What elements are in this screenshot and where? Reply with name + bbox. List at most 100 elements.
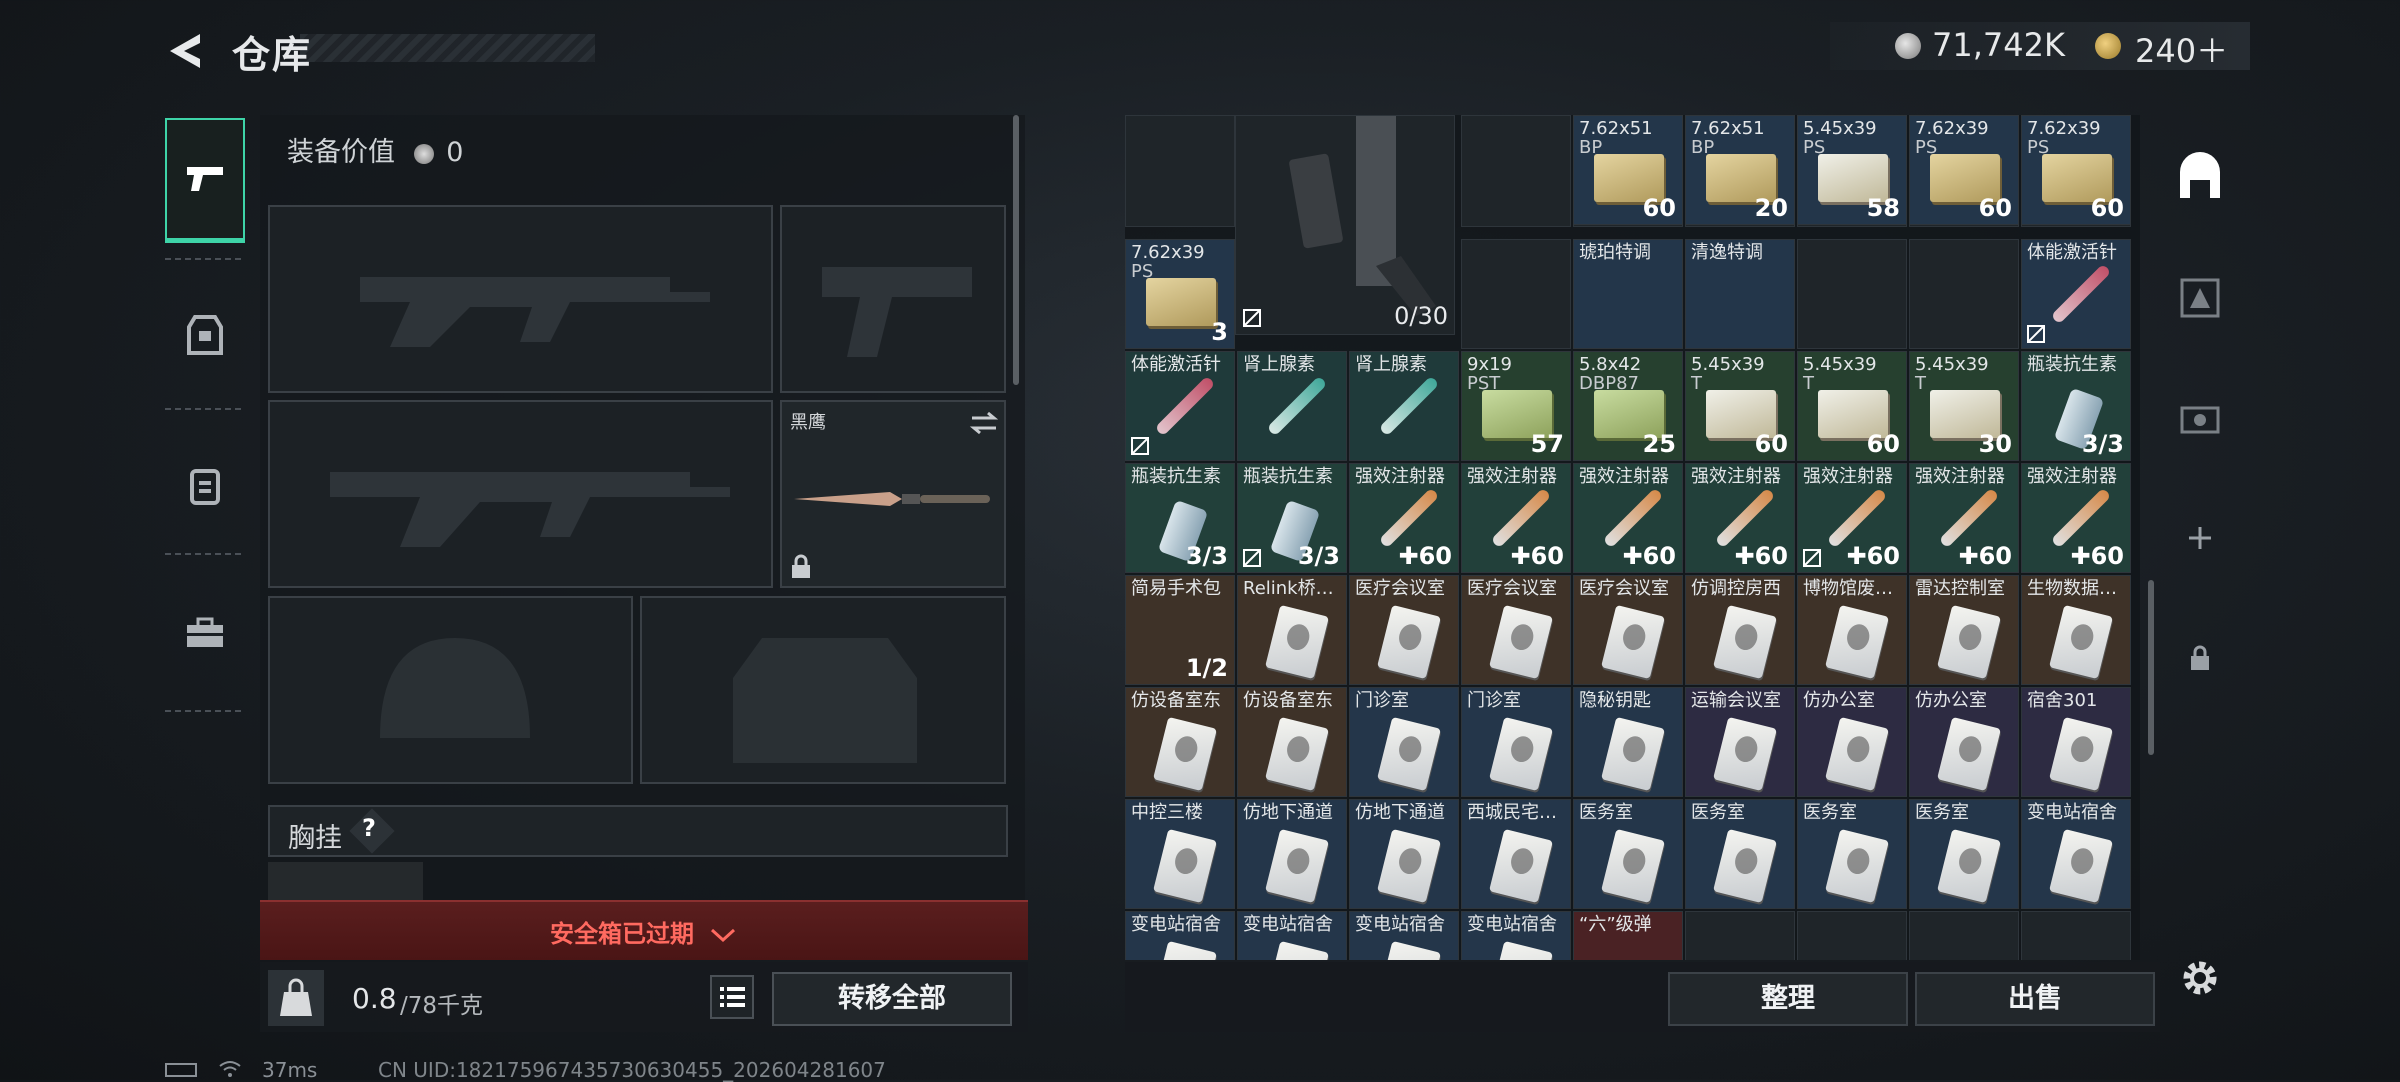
stash-item[interactable]: 7.62x51 BP 20 <box>1685 115 1795 225</box>
stash-tab[interactable] <box>2170 148 2230 208</box>
stash-item[interactable]: 强效注射器 ✚60 <box>2021 463 2131 573</box>
stash-item[interactable]: 简易手术包 1/2 <box>1125 575 1235 685</box>
item-name: 7.62x51 <box>1579 118 1653 139</box>
scrollbar[interactable] <box>1013 115 1019 385</box>
stash-item[interactable]: 7.62x39 PS 60 <box>2021 115 2131 225</box>
stash-item[interactable]: 仿地下通道 <box>1349 799 1459 909</box>
melee-slot[interactable]: 黑鹰 <box>780 400 1006 588</box>
stash-empty-cell[interactable] <box>1461 239 1571 349</box>
stash-empty-cell[interactable] <box>2021 911 2131 960</box>
body-armor-slot[interactable] <box>640 596 1006 784</box>
stash-empty-cell[interactable] <box>1685 911 1795 960</box>
pistol-slot[interactable] <box>780 205 1006 393</box>
secondary-weapon-slot[interactable] <box>268 400 773 588</box>
stash-item[interactable]: Relink桥… <box>1237 575 1347 685</box>
stash-item[interactable]: 5.45x39 PS 58 <box>1797 115 1907 225</box>
stash-item[interactable]: 琥珀特调 <box>1573 239 1683 349</box>
tab-toolbox[interactable] <box>165 570 245 695</box>
stash-item[interactable]: 瓶装抗生素 3/3 <box>1125 463 1235 573</box>
stash-item[interactable]: 强效注射器 ✚60 <box>1909 463 2019 573</box>
stash-item[interactable]: 瓶装抗生素 3/3 <box>1237 463 1347 573</box>
stash-item[interactable]: 医务室 <box>1573 799 1683 909</box>
transfer-all-button[interactable]: 转移全部 <box>772 972 1012 1026</box>
container-tab-1[interactable] <box>2170 268 2230 328</box>
stash-item[interactable]: 肾上腺素 <box>1349 351 1459 461</box>
stash-empty-cell[interactable] <box>1125 115 1235 227</box>
stash-item[interactable]: 变电站宿舍 <box>2021 799 2131 909</box>
stash-item[interactable]: 医务室 <box>1909 799 2019 909</box>
stash-item[interactable]: 变电站宿舍 <box>1349 911 1459 960</box>
stash-item[interactable]: 变电站宿舍 <box>1461 911 1571 960</box>
stash-item[interactable]: 清逸特调 <box>1685 239 1795 349</box>
stash-item[interactable]: 体能激活针 <box>1125 351 1235 461</box>
stash-item[interactable]: 体能激活针 <box>2021 239 2131 349</box>
back-arrow-icon[interactable] <box>160 26 210 76</box>
tab-weapons[interactable] <box>165 118 245 243</box>
stash-item[interactable]: 医务室 <box>1685 799 1795 909</box>
sell-button[interactable]: 出售 <box>1915 972 2155 1026</box>
stash-item[interactable]: “六”级弹 <box>1573 911 1683 960</box>
stash-item[interactable]: 强效注射器 ✚60 <box>1797 463 1907 573</box>
stash-item[interactable]: 7.62x39 PS 60 <box>1909 115 2019 225</box>
stash-item[interactable]: 医务室 <box>1797 799 1907 909</box>
stash-item[interactable]: 宿舍301 <box>2021 687 2131 797</box>
swap-icon[interactable] <box>968 410 1000 436</box>
stash-item[interactable]: 博物馆废… <box>1797 575 1907 685</box>
tab-armor[interactable] <box>165 272 245 397</box>
stash-item[interactable]: 变电站宿舍 <box>1125 911 1235 960</box>
stash-item[interactable]: 隐秘钥匙 <box>1573 687 1683 797</box>
item-image <box>1265 828 1329 904</box>
item-count: ✚60 <box>1622 542 1676 570</box>
stash-empty-cell[interactable] <box>1909 911 2019 960</box>
item-name: 琥珀特调 <box>1579 242 1651 263</box>
add-container-button[interactable] <box>2170 508 2230 568</box>
stash-item[interactable]: 运输会议室 <box>1685 687 1795 797</box>
stash-item[interactable]: 门诊室 <box>1349 687 1459 797</box>
settings-button[interactable] <box>2170 948 2230 1008</box>
container-tab-2[interactable] <box>2170 388 2230 448</box>
tab-backpack[interactable] <box>165 422 245 547</box>
stash-empty-cell[interactable] <box>1797 239 1907 349</box>
stash-item[interactable]: 肾上腺素 <box>1237 351 1347 461</box>
stash-item[interactable]: 雷达控制室 <box>1909 575 2019 685</box>
stash-item[interactable]: 门诊室 <box>1461 687 1571 797</box>
stash-item[interactable]: 7.62x39 PS 3 <box>1125 239 1235 349</box>
item-name: 宿舍301 <box>2027 690 2098 711</box>
stash-item[interactable]: 西城民宅… <box>1461 799 1571 909</box>
helmet-slot[interactable] <box>268 596 633 784</box>
item-count: ✚60 <box>2070 542 2124 570</box>
stash-item[interactable]: 强效注射器 ✚60 <box>1685 463 1795 573</box>
primary-weapon-slot[interactable] <box>268 205 773 393</box>
premium-amount[interactable]: 240＋ <box>2135 26 2228 72</box>
stash-item[interactable]: 5.45x39 T 30 <box>1909 351 2019 461</box>
stash-item[interactable]: 9x19 PST 57 <box>1461 351 1571 461</box>
stash-item[interactable]: 5.45x39 T 60 <box>1797 351 1907 461</box>
stash-empty-cell[interactable] <box>1909 239 2019 349</box>
stash-item[interactable]: 瓶装抗生素 3/3 <box>2021 351 2131 461</box>
stash-empty-cell[interactable] <box>1461 115 1571 227</box>
stash-item[interactable]: 强效注射器 ✚60 <box>1349 463 1459 573</box>
stash-item[interactable]: 强效注射器 ✚60 <box>1573 463 1683 573</box>
stash-item[interactable]: 医疗会议室 <box>1573 575 1683 685</box>
stash-item[interactable]: 仿地下通道 <box>1237 799 1347 909</box>
stash-item[interactable]: 变电站宿舍 <box>1237 911 1347 960</box>
stash-empty-cell[interactable] <box>1797 911 1907 960</box>
stash-item[interactable]: 5.8x42 DBP87 25 <box>1573 351 1683 461</box>
stash-item[interactable]: 医疗会议室 <box>1461 575 1571 685</box>
stash-item[interactable]: 强效注射器 ✚60 <box>1461 463 1571 573</box>
stash-item[interactable]: 仿调控房西 <box>1685 575 1795 685</box>
stash-item[interactable]: 生物数据… <box>2021 575 2131 685</box>
stash-item[interactable]: 医疗会议室 <box>1349 575 1459 685</box>
list-view-button[interactable] <box>710 975 754 1019</box>
stash-item[interactable]: 仿设备室东 <box>1237 687 1347 797</box>
stash-item[interactable]: 中控三楼 <box>1125 799 1235 909</box>
stash-item[interactable]: 5.45x39 T 60 <box>1685 351 1795 461</box>
stash-rifle-item[interactable]: 0/30 <box>1235 115 1455 335</box>
scrollbar[interactable] <box>2148 580 2154 755</box>
locked-container-tab[interactable] <box>2170 628 2230 688</box>
stash-item[interactable]: 7.62x51 BP 60 <box>1573 115 1683 225</box>
stash-item[interactable]: 仿办公室 <box>1909 687 2019 797</box>
sort-button[interactable]: 整理 <box>1668 972 1908 1026</box>
stash-item[interactable]: 仿办公室 <box>1797 687 1907 797</box>
stash-item[interactable]: 仿设备室东 <box>1125 687 1235 797</box>
